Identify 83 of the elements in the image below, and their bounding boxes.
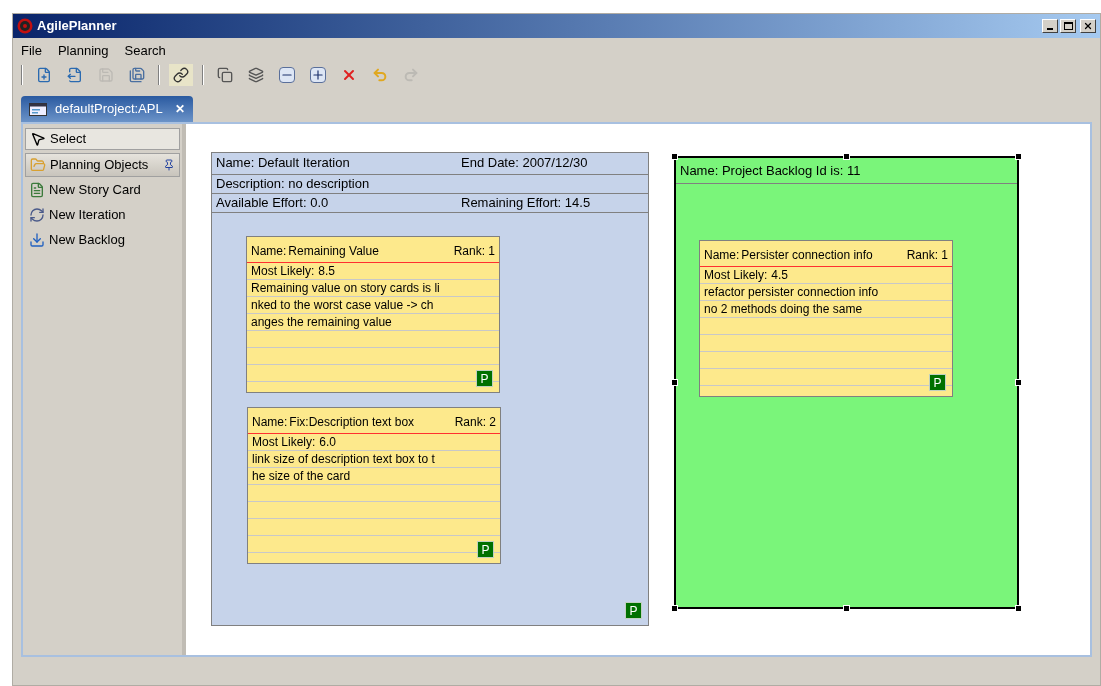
palette-item[interactable]: New Story Card <box>25 178 180 202</box>
most-likely-value: 4.5 <box>771 267 789 283</box>
story-card[interactable]: Name: Persister connection info Rank: 1 Most Likely: 4.5 refactor persister connection info no 2 methods doing the same P <box>699 240 953 397</box>
available-effort: Available Effort: 0.0 <box>216 194 329 212</box>
cycle-icon <box>29 207 45 223</box>
most-likely-value: 6.0 <box>319 434 337 450</box>
backlog-title: Name: Project Backlog Id is: 11 <box>680 161 861 180</box>
card-name: Fix:Description text box <box>289 414 415 431</box>
card-rank: Rank: 1 <box>453 243 495 260</box>
resize-handle[interactable] <box>1015 379 1022 386</box>
most-likely-label: Most Likely: <box>704 267 768 283</box>
resize-handle[interactable] <box>671 379 678 386</box>
layers-icon <box>248 67 264 83</box>
resize-handle[interactable] <box>1015 153 1022 160</box>
iteration-description: Description: no description <box>216 176 370 191</box>
story-card[interactable]: Name: Fix:Description text box Rank: 2 Most Likely: 6.0 link size of description text box to t he size of the card P <box>247 407 501 564</box>
pin-icon[interactable] <box>163 159 175 171</box>
iteration-end-date: End Date: 2007/12/30 <box>461 153 589 172</box>
menu-item[interactable]: Search <box>122 41 168 61</box>
iteration-name: Name: Default Iteration <box>216 153 350 172</box>
toolbar-button[interactable] <box>169 64 193 86</box>
card-description-line: he size of the card <box>252 469 351 483</box>
pointer-icon <box>30 131 46 147</box>
name-label: Name: <box>251 243 287 260</box>
download-icon <box>29 232 45 248</box>
chain-link-icon <box>173 67 189 83</box>
palette-item[interactable]: New Backlog <box>25 228 180 252</box>
editor-window-icon <box>29 102 47 116</box>
tab-label: defaultProject:APL <box>55 100 163 119</box>
resize-handle[interactable] <box>671 153 678 160</box>
story-card-icon <box>29 182 45 198</box>
card-name: Remaining Value <box>288 243 379 260</box>
app-logo-icon <box>17 18 33 34</box>
card-description-line: anges the remaining value <box>251 315 392 329</box>
undo-icon <box>372 67 388 83</box>
new-file-icon <box>36 67 52 83</box>
save-icon <box>98 67 114 83</box>
card-description-line: refactor persister connection info <box>704 285 879 299</box>
card-rank: Rank: 2 <box>454 414 496 431</box>
maximize-button[interactable] <box>1060 19 1076 33</box>
most-likely-value: 8.5 <box>318 263 336 279</box>
zoom-out-icon <box>279 67 295 83</box>
most-likely-label: Most Likely: <box>251 263 315 279</box>
resize-handle[interactable] <box>843 153 850 160</box>
zoom-in-icon <box>310 67 326 83</box>
card-description-line: Remaining value on story cards is li <box>251 281 440 295</box>
tab-close-button[interactable]: ✕ <box>174 100 185 118</box>
export-icon <box>67 67 83 83</box>
resize-handle[interactable] <box>671 605 678 612</box>
close-button[interactable] <box>1080 19 1096 33</box>
remaining-effort: Remaining Effort: 14.5 <box>461 194 592 212</box>
most-likely-label: Most Likely: <box>252 434 316 450</box>
status-badge[interactable]: P <box>625 602 642 619</box>
minimize-button[interactable] <box>1042 19 1058 33</box>
delete-icon <box>341 67 357 83</box>
window-title: AgilePlanner <box>37 17 117 36</box>
palette-item[interactable]: New Iteration <box>25 203 180 227</box>
menu-item[interactable]: Planning <box>55 41 111 61</box>
card-description-line: no 2 methods doing the same <box>704 302 863 316</box>
name-label: Name: <box>252 414 288 431</box>
card-description-line: link size of description text box to t <box>252 452 435 466</box>
name-label: Name: <box>704 247 740 264</box>
menu-item[interactable]: File <box>19 41 44 61</box>
folder-icon <box>30 157 46 173</box>
status-badge[interactable]: P <box>929 374 946 391</box>
status-badge[interactable]: P <box>477 541 494 558</box>
resize-handle[interactable] <box>1015 605 1022 612</box>
editor-tab[interactable]: defaultProject:APL ✕ <box>21 96 193 122</box>
backlog-panel[interactable]: Name: Project Backlog Id is: 11 Name: Persister connection info Rank: 1 Most Likely: 4.5 refactor persister connection info no 2 methods doing the same P <box>674 156 1019 609</box>
resize-handle[interactable] <box>843 605 850 612</box>
drawer-label: Planning Objects <box>50 156 149 175</box>
status-badge[interactable]: P <box>476 370 493 387</box>
card-rank: Rank: 1 <box>906 247 948 264</box>
save-all-icon <box>129 67 145 83</box>
redo-icon <box>403 67 419 83</box>
story-card[interactable]: Name: Remaining Value Rank: 1 Most Likely: 8.5 Remaining value on story cards is li nked to the worst case value -> ch anges the remaining value P <box>246 236 500 393</box>
card-description-line: nked to the worst case value -> ch <box>251 298 434 312</box>
close-icon <box>1083 21 1093 31</box>
iteration-panel[interactable] <box>211 152 649 626</box>
cards-icon <box>217 67 233 83</box>
palette-drawer-header[interactable]: Planning Objects <box>25 153 180 177</box>
select-tool[interactable]: Select <box>25 128 180 150</box>
card-name: Persister connection info <box>741 247 873 264</box>
